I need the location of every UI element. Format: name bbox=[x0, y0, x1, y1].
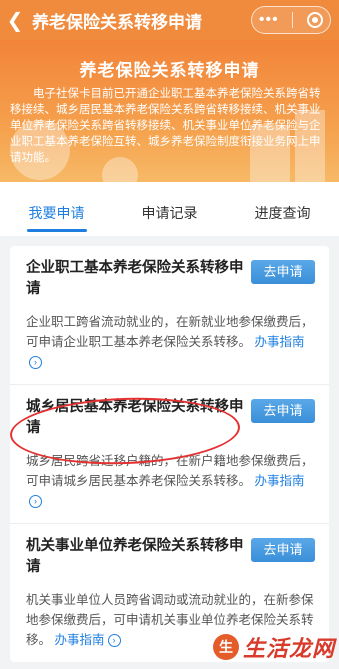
tab-progress[interactable]: 进度查询 bbox=[226, 182, 339, 236]
more-icon[interactable]: ••• bbox=[259, 12, 279, 28]
application-list: 企业职工基本养老保险关系转移申请 去申请 企业职工跨省流动就业的，在新就业地参保… bbox=[10, 246, 329, 662]
back-icon[interactable]: ❮ bbox=[0, 0, 30, 40]
tab-records[interactable]: 申请记录 bbox=[113, 182, 226, 236]
tab-apply[interactable]: 我要申请 bbox=[0, 182, 113, 236]
guide-link[interactable]: 办事指南 bbox=[255, 474, 305, 488]
card-title: 企业职工基本养老保险关系转移申请 bbox=[26, 260, 244, 297]
guide-link[interactable]: 办事指南 bbox=[255, 335, 305, 349]
list-item: 企业职工基本养老保险关系转移申请 去申请 企业职工跨省流动就业的，在新就业地参保… bbox=[10, 246, 329, 385]
banner-title: 养老保险关系转移申请 bbox=[79, 61, 260, 80]
capsule-divider bbox=[292, 12, 294, 28]
list-item: 城乡居民基本养老保险关系转移申请 去申请 城乡居民跨省迁移户籍的，在新户籍地参保… bbox=[10, 385, 329, 524]
tab-bar: 我要申请 申请记录 进度查询 bbox=[0, 182, 339, 236]
banner: 养老保险关系转移申请 电子社保卡目前已开通企业职工基本养老保险关系跨省转移接续、… bbox=[0, 40, 339, 182]
card-title: 城乡居民基本养老保险关系转移申请 bbox=[26, 399, 244, 436]
watermark-text: 生活龙网 bbox=[242, 636, 335, 661]
apply-button[interactable]: 去申请 bbox=[251, 260, 315, 284]
chevron-right-icon[interactable]: › bbox=[29, 495, 42, 509]
guide-link[interactable]: 办事指南 bbox=[55, 633, 105, 647]
watermark: 生 生活龙网 bbox=[212, 631, 335, 663]
chevron-right-icon[interactable]: › bbox=[107, 634, 121, 648]
nav-title: 养老保险关系转移申请 bbox=[32, 12, 202, 32]
banner-description: 电子社保卡目前已开通企业职工基本养老保险关系跨省转移接续、城乡居民基本养老保险关… bbox=[10, 88, 321, 164]
card-description: 城乡居民跨省迁移户籍的，在新户籍地参保缴费后，可申请城乡居民基本养老保险关系转移… bbox=[26, 451, 315, 511]
mini-program-capsule: ••• bbox=[251, 6, 331, 34]
apply-button[interactable]: 去申请 bbox=[251, 538, 315, 562]
apply-button[interactable]: 去申请 bbox=[251, 399, 315, 423]
card-title: 机关事业单位养老保险关系转移申请 bbox=[26, 538, 244, 575]
card-description: 企业职工跨省流动就业的，在新就业地参保缴费后，可申请企业职工基本养老保险关系转移… bbox=[26, 312, 315, 372]
watermark-logo-icon: 生 bbox=[212, 634, 239, 660]
chevron-right-icon[interactable]: › bbox=[29, 356, 42, 370]
nav-bar: ❮ 养老保险关系转移申请 ••• bbox=[0, 0, 339, 40]
close-target-icon[interactable] bbox=[307, 12, 324, 28]
